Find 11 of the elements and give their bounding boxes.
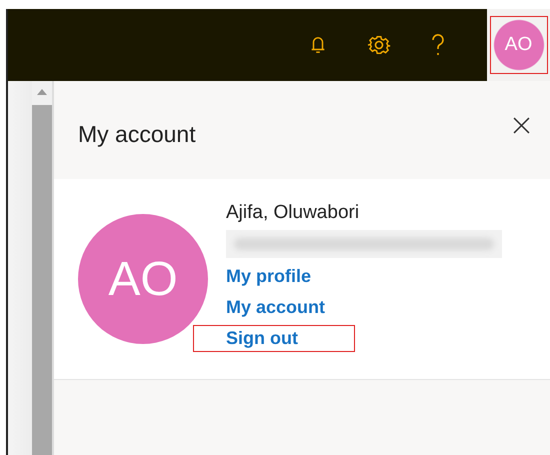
- user-name: Ajifa, Oluwabori: [226, 202, 360, 224]
- scrollbar[interactable]: [32, 81, 52, 455]
- help-icon[interactable]: [431, 33, 445, 57]
- panel-title: My account: [78, 120, 196, 148]
- account-link[interactable]: My account: [226, 294, 326, 320]
- avatar-button[interactable]: AO: [490, 17, 546, 73]
- account-link[interactable]: My profile: [226, 264, 312, 288]
- notification-icon[interactable]: [309, 35, 327, 55]
- avatar: AO: [78, 214, 208, 344]
- settings-icon[interactable]: [367, 33, 391, 57]
- close-icon[interactable]: [513, 116, 530, 134]
